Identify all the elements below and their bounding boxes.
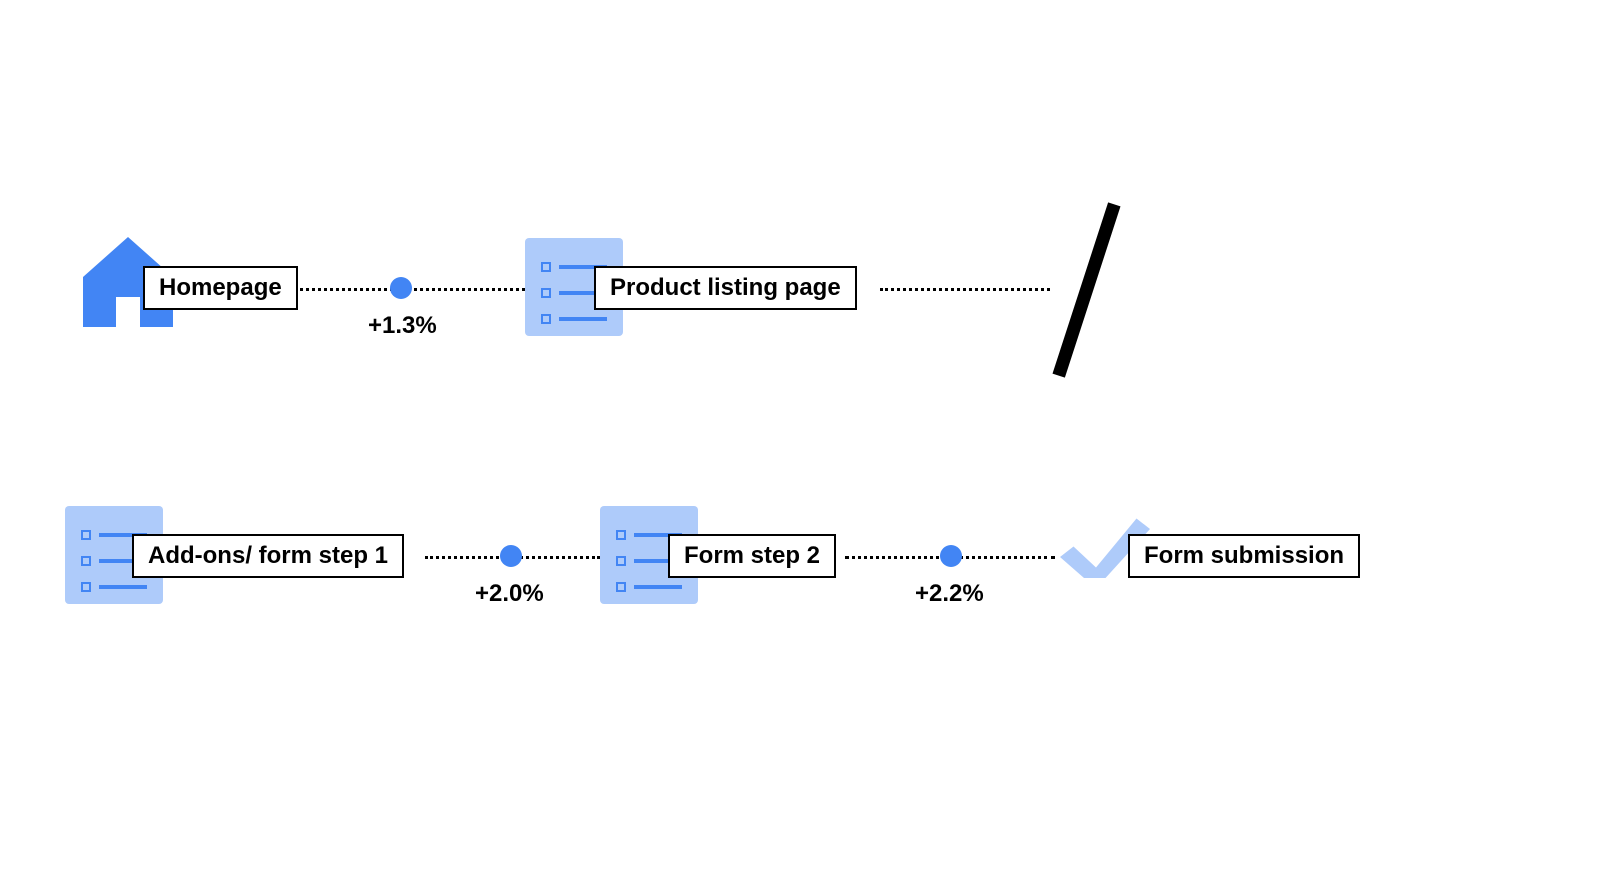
- metric-value: +2.0%: [475, 580, 544, 608]
- step-homepage-label: Homepage: [143, 266, 298, 310]
- connector: [880, 288, 1050, 291]
- flow-diagram: Homepage +1.3% Product listing page Add-…: [0, 0, 1601, 874]
- step-submission-label: Form submission: [1128, 534, 1360, 578]
- metric-value: +2.2%: [915, 580, 984, 608]
- step-form2-label: Form step 2: [668, 534, 836, 578]
- step-addons-label: Add-ons/ form step 1: [132, 534, 404, 578]
- metric-dot-icon: [390, 277, 412, 299]
- metric-dot-icon: [940, 545, 962, 567]
- metric-value: +1.3%: [368, 312, 437, 340]
- connector: [300, 288, 525, 291]
- metric-dot-icon: [500, 545, 522, 567]
- break-slash: [1053, 202, 1121, 377]
- step-product-listing-label: Product listing page: [594, 266, 857, 310]
